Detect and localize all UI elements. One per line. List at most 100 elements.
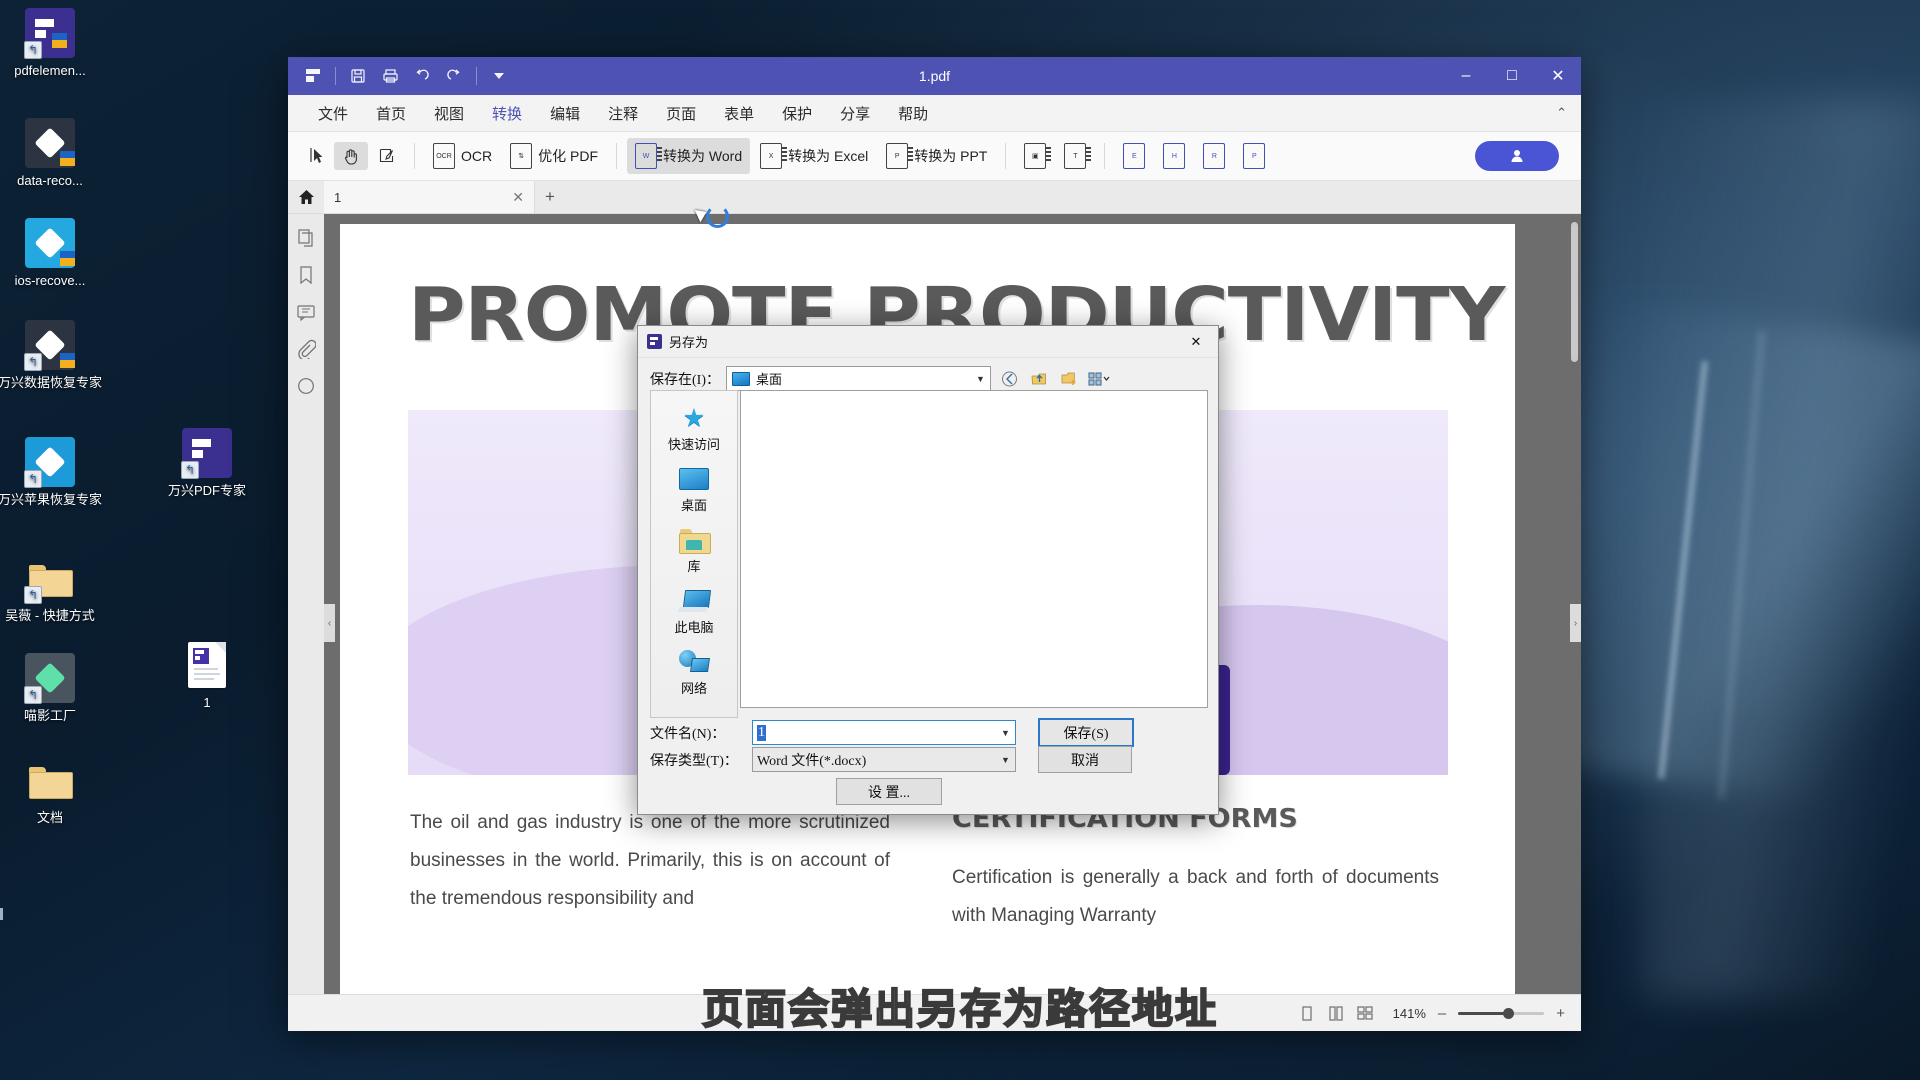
new-tab-button[interactable]: + [535,181,565,213]
save-in-value: 桌面 [756,372,783,387]
desktop-icon-filmora[interactable]: 喵影工厂 [0,653,102,723]
continuous-page-icon[interactable] [1328,1005,1345,1021]
right-panel-handle[interactable]: › [1570,604,1581,642]
file-list-view[interactable] [740,390,1208,708]
convert-pdfa-icon: P [1243,143,1266,169]
view-mode-icon[interactable] [1087,367,1111,391]
menu-item-file[interactable]: 文件 [304,95,362,132]
new-folder-icon[interactable] [1057,367,1081,391]
dialog-title: 另存为 [669,335,709,350]
convert-to-epub-button[interactable]: E [1115,138,1153,174]
convert-to-ppt-button[interactable]: P 转换为 PPT [878,138,995,174]
place-libraries[interactable]: 库 [653,523,735,578]
edit-tool-icon[interactable] [370,142,404,170]
chevron-down-icon[interactable]: ▼ [996,728,1015,738]
menu-item-help[interactable]: 帮助 [884,95,942,132]
wondershare-ios-recovery-icon [24,437,75,488]
cancel-button[interactable]: 取消 [1038,746,1132,773]
wondershare-pdfelement-icon [181,428,232,479]
undo-icon[interactable] [407,62,437,90]
convert-text-icon: T [1064,143,1092,169]
chevron-down-icon[interactable]: ▼ [996,755,1015,765]
desktop-icon-label: 1 [203,695,211,710]
left-panel-handle[interactable]: ‹ [324,604,335,642]
desktop-icon-wondershare-pdfelement[interactable]: 万兴PDF专家 [155,428,259,498]
redo-icon[interactable] [439,62,469,90]
back-icon[interactable] [997,367,1021,391]
ocr-label: OCR [461,148,493,164]
comments-icon[interactable] [296,302,316,322]
convert-to-excel-button[interactable]: X 转换为 Excel [752,138,876,174]
desktop-icon-data-recovery[interactable]: data-reco... [0,118,102,188]
annotation-icon[interactable] [296,376,316,396]
collapse-ribbon-icon[interactable]: ⌃ [1556,105,1567,121]
place-desktop[interactable]: 桌面 [653,462,735,517]
attachments-icon[interactable] [296,339,317,361]
desktop-icon-wondershare-data-recovery[interactable]: 万兴数据恢复专家 [0,320,102,390]
menu-item-convert[interactable]: 转换 [478,95,536,134]
convert-to-image-button[interactable]: ▣ [1016,138,1054,174]
convert-to-pdfa-button[interactable]: P [1235,138,1273,174]
desktop-icon-pdf-file[interactable]: 1 [155,640,259,710]
file-name-value: 1 [757,724,766,741]
convert-to-rtf-button[interactable]: R [1195,138,1233,174]
libraries-icon [653,526,735,554]
menu-item-comment[interactable]: 注释 [594,95,652,132]
dialog-close-button[interactable]: ✕ [1174,326,1218,357]
menu-bar: 文件 首页 视图 转换 编辑 注释 页面 表单 保护 分享 帮助 ⌃ [288,95,1581,134]
close-button[interactable]: ✕ [1535,57,1581,95]
convert-to-html-button[interactable]: H [1155,138,1193,174]
desktop-icon-pdfelement-shortcut[interactable]: pdfelemen... [0,8,102,78]
place-this-pc[interactable]: 此电脑 [653,584,735,639]
zoom-slider[interactable] [1458,1007,1545,1019]
taskbar-edge-indicator [0,908,3,920]
page-vertical-scrollbar[interactable] [1571,222,1578,362]
desktop-icon-ios-recovery[interactable]: ios-recove... [0,218,102,288]
zoom-in-button[interactable]: + [1556,1005,1565,1022]
menu-item-form[interactable]: 表单 [710,95,768,132]
dialog-title-bar: 另存为 ✕ [638,326,1218,358]
save-in-dropdown[interactable]: 桌面 ▼ [726,366,991,391]
customize-dropdown-icon[interactable] [484,62,514,90]
chevron-down-icon: ▼ [976,373,985,384]
maximize-button[interactable]: □ [1489,57,1535,95]
zoom-out-button[interactable]: – [1438,1005,1446,1022]
convert-to-word-button[interactable]: W 转换为 Word [627,138,751,174]
facing-page-icon[interactable] [1357,1005,1374,1021]
convert-to-text-button[interactable]: T [1056,138,1094,174]
select-tool-icon[interactable] [300,142,332,170]
menu-item-share[interactable]: 分享 [826,95,884,132]
menu-item-protect[interactable]: 保护 [768,95,826,132]
place-network[interactable]: 网络 [653,645,735,700]
file-type-label: 保存类型(T)： [650,753,738,769]
menu-item-edit[interactable]: 编辑 [536,95,594,132]
title-bar: 1.pdf – □ ✕ [288,57,1581,95]
menu-item-home[interactable]: 首页 [362,95,420,132]
settings-button[interactable]: 设 置... [836,778,942,805]
desktop-icon-wondershare-ios-recovery[interactable]: 万兴苹果恢复专家 [0,437,102,507]
menu-item-page[interactable]: 页面 [652,95,710,132]
file-name-input[interactable]: 1 ▼ [752,720,1016,745]
close-tab-icon[interactable]: ✕ [512,189,524,206]
thumbnails-icon[interactable] [296,228,316,248]
place-quick-access[interactable]: ★ 快速访问 [653,401,735,456]
file-type-dropdown[interactable]: Word 文件(*.docx) ▼ [752,747,1016,772]
user-account-button[interactable] [1475,141,1559,171]
save-icon[interactable] [343,62,373,90]
menu-item-view[interactable]: 视图 [420,95,478,132]
toolbar-divider [476,67,477,85]
ocr-button[interactable]: OCR OCR [425,138,500,174]
desktop-icon-folder-shortcut[interactable]: 吴薇 - 快捷方式 [0,553,102,623]
hand-tool-icon[interactable] [334,142,368,170]
minimize-button[interactable]: – [1443,57,1489,95]
document-tab[interactable]: 1 ✕ [324,181,535,213]
save-button[interactable]: 保存(S) [1038,718,1134,747]
single-page-icon[interactable] [1299,1005,1316,1021]
home-tab-button[interactable] [288,181,324,213]
place-label: 桌面 [680,498,707,513]
optimize-pdf-button[interactable]: ⇅ 优化 PDF [502,138,606,174]
print-icon[interactable] [375,62,405,90]
desktop-icon-documents-folder[interactable]: 文档 [0,755,102,825]
bookmarks-icon[interactable] [296,265,316,285]
up-one-level-icon[interactable] [1027,367,1051,391]
